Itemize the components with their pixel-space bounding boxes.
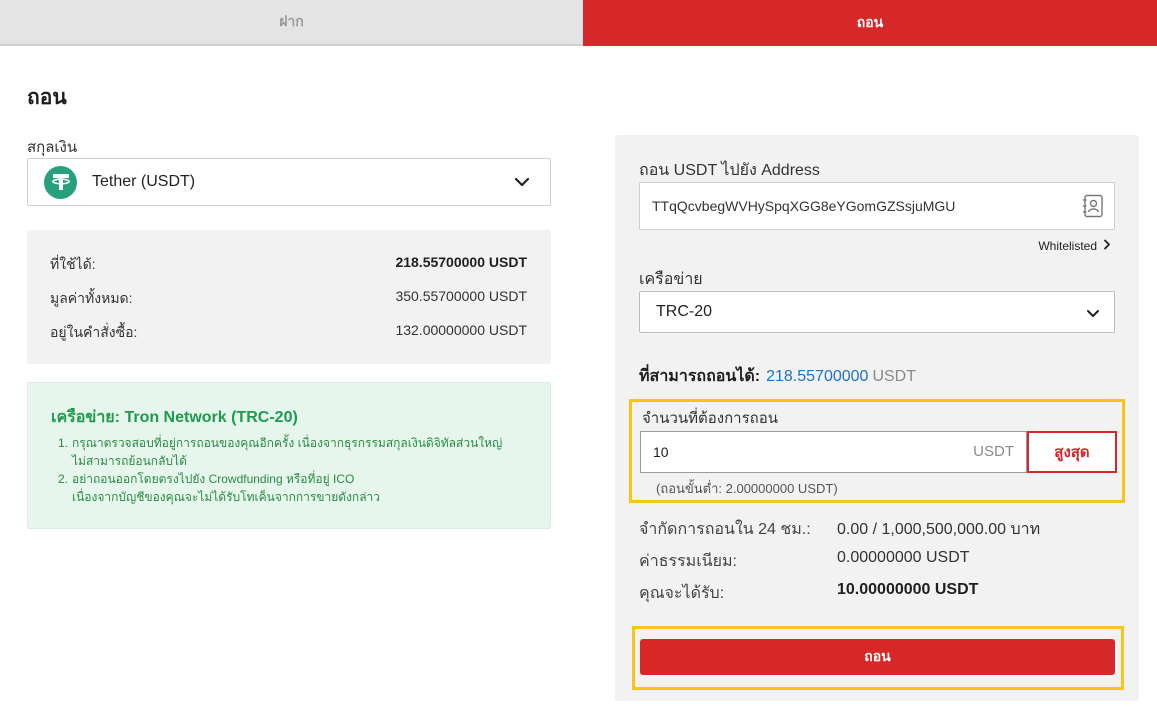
list-item-text: เนื่องจากบัญชีของคุณจะไม่ได้รับโทเค็นจาก…	[72, 490, 381, 504]
withdraw-form-panel: ถอน USDT ไปยัง Address TTqQcvbegWVHySpqX…	[615, 135, 1139, 701]
network-notice-list: 1. กรุณาตรวจสอบที่อยู่การถอนของคุณอีกครั…	[58, 434, 528, 506]
amount-label: จำนวนที่ต้องการถอน	[642, 410, 779, 427]
fee-value: 0.00000000 USDT	[837, 549, 970, 566]
amount-value: 10	[653, 444, 669, 460]
submit-highlight-frame: ถอน	[632, 626, 1124, 690]
list-item-text: อย่าถอนออกโดยตรงไปยัง Crowdfunding หรือท…	[72, 472, 355, 486]
list-item: 2. อย่าถอนออกโดยตรงไปยัง Crowdfunding หร…	[58, 470, 528, 506]
chevron-down-icon	[514, 175, 530, 193]
page-title: ถอน	[27, 86, 67, 109]
list-item-text: ไม่สามารถย้อนกลับได้	[72, 454, 187, 468]
balance-label: มูลค่าทั้งหมด:	[50, 290, 133, 306]
amount-input[interactable]: 10 USDT	[640, 431, 1027, 473]
address-value: TTqQcvbegWVHySpqXGG8eYGomGZSsjuMGU	[652, 198, 956, 214]
receive-label: คุณจะได้รับ:	[639, 585, 725, 602]
network-select[interactable]: TRC-20	[639, 291, 1115, 333]
amount-unit: USDT	[973, 443, 1014, 460]
address-book-icon[interactable]	[1082, 194, 1104, 221]
receive-value: 10.00000000 USDT	[837, 581, 979, 598]
balance-value: 218.55700000 USDT	[395, 254, 527, 270]
list-item-number: 2.	[58, 472, 69, 486]
amount-row: 10 USDT สูงสุด	[640, 431, 1117, 473]
amount-highlight-frame: จำนวนที่ต้องการถอน 10 USDT สูงสุด (ถอนขั…	[629, 399, 1125, 503]
address-label: ถอน USDT ไปยัง Address	[639, 162, 820, 179]
balance-label: ที่ใช้ได้:	[50, 256, 96, 272]
balance-label: อยู่ในคำสั่งซื้อ:	[50, 324, 138, 340]
limit-value: 0.00 / 1,000,500,000.00 บาท	[837, 521, 1041, 538]
available-label: ที่สามารถถอนได้:	[639, 368, 761, 385]
chevron-right-icon	[1103, 239, 1111, 253]
currency-selected-value: Tether (USDT)	[92, 173, 196, 190]
network-notice-title: เครือข่าย: Tron Network (TRC-20)	[51, 409, 298, 426]
available-amount: 218.55700000	[766, 368, 869, 385]
balance-summary: ที่ใช้ได้: 218.55700000 USDT มูลค่าทั้งห…	[27, 230, 551, 364]
list-item: 1. กรุณาตรวจสอบที่อยู่การถอนของคุณอีกครั…	[58, 434, 528, 470]
list-item-text: กรุณาตรวจสอบที่อยู่การถอนของคุณอีกครั้ง …	[72, 436, 503, 450]
network-label: เครือข่าย	[639, 271, 703, 288]
whitelisted-link[interactable]: Whitelisted	[1038, 239, 1111, 253]
tab-withdraw[interactable]: ถอน	[583, 0, 1157, 46]
balance-row-in-orders: อยู่ในคำสั่งซื้อ: 132.00000000 USDT	[50, 322, 527, 344]
balance-value: 350.55700000 USDT	[395, 288, 527, 304]
available-to-withdraw: ที่สามารถถอนได้: 218.55700000 USDT	[639, 364, 916, 389]
currency-select[interactable]: Tether (USDT)	[27, 158, 551, 206]
tab-bar: ฝาก ถอน	[0, 0, 1157, 46]
balance-row-total: มูลค่าทั้งหมด: 350.55700000 USDT	[50, 288, 527, 310]
fee-label: ค่าธรรมเนียม:	[639, 553, 737, 570]
chevron-down-icon	[1086, 306, 1100, 324]
max-button[interactable]: สูงสุด	[1027, 431, 1117, 473]
network-notice: เครือข่าย: Tron Network (TRC-20) 1. กรุณ…	[27, 382, 551, 529]
available-unit: USDT	[872, 368, 916, 385]
minimum-withdraw-note: (ถอนขั้นต่ำ: 2.00000000 USDT)	[656, 481, 838, 496]
network-selected-value: TRC-20	[656, 303, 713, 320]
withdraw-submit-button[interactable]: ถอน	[640, 639, 1115, 675]
balance-value: 132.00000000 USDT	[395, 322, 527, 338]
limit-label: จำกัดการถอนใน 24 ชม.:	[639, 521, 811, 538]
whitelisted-label: Whitelisted	[1038, 239, 1097, 253]
address-input[interactable]: TTqQcvbegWVHySpqXGG8eYGomGZSsjuMGU	[639, 182, 1115, 230]
currency-label: สกุลเงิน	[27, 139, 78, 156]
list-item-number: 1.	[58, 436, 69, 450]
balance-row-available: ที่ใช้ได้: 218.55700000 USDT	[50, 254, 527, 276]
tether-icon	[44, 165, 77, 199]
tab-deposit[interactable]: ฝาก	[0, 0, 583, 46]
